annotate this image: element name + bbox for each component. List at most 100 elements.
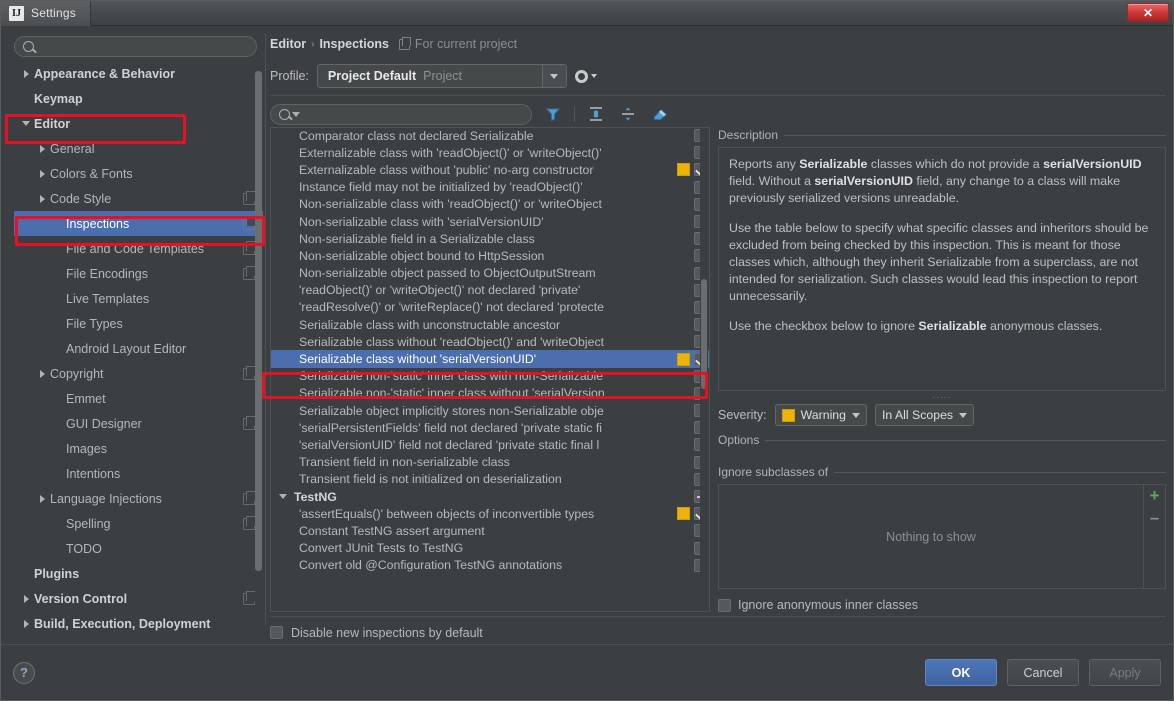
minus-icon[interactable]: –	[1150, 509, 1159, 526]
cancel-button[interactable]: Cancel	[1007, 659, 1079, 686]
inspection-group-row[interactable]: TestNG	[271, 488, 709, 505]
inspection-row[interactable]: Serializable non-'static' inner class wi…	[271, 368, 709, 385]
ignore-anonymous-checkbox[interactable]	[718, 598, 731, 612]
inspection-row[interactable]: Non-serializable object bound to HttpSes…	[271, 247, 709, 264]
inspection-row[interactable]: Non-serializable class with 'serialVersi…	[271, 213, 709, 230]
reset-eraser-icon[interactable]	[649, 103, 671, 125]
sidebar-item-spelling[interactable]: Spelling	[14, 511, 263, 536]
sidebar-item-emmet[interactable]: Emmet	[14, 386, 263, 411]
sidebar-item-android-layout-editor[interactable]: Android Layout Editor	[14, 336, 263, 361]
ignore-subclasses-table[interactable]: Nothing to show + –	[718, 484, 1166, 589]
inspection-row[interactable]: Externalizable class without 'public' no…	[271, 161, 709, 178]
profile-settings-button[interactable]	[575, 69, 597, 83]
breadcrumb-parent[interactable]: Editor	[270, 37, 306, 51]
sidebar-search-box[interactable]	[14, 36, 257, 57]
sidebar-item-version-control[interactable]: Version Control	[14, 586, 263, 611]
inspections-scrollbar[interactable]	[700, 129, 708, 610]
inspection-row[interactable]: Transient field is not initialized on de…	[271, 471, 709, 488]
sidebar-item-build-execution-deployment[interactable]: Build, Execution, Deployment	[14, 611, 263, 636]
inspection-row[interactable]: Transient field in non-serializable clas…	[271, 454, 709, 471]
resize-grip[interactable]: .....	[718, 391, 1166, 401]
inspection-row[interactable]: 'serialVersionUID' field not declared 'p…	[271, 436, 709, 453]
sidebar-item-live-templates[interactable]: Live Templates	[14, 286, 263, 311]
scope-note: For current project	[398, 36, 517, 51]
sidebar-item-appearance-behavior[interactable]: Appearance & Behavior	[14, 65, 263, 86]
profile-select[interactable]: Project Default Project	[316, 64, 567, 88]
title-bar: IJ Settings ✕	[1, 0, 1173, 26]
inspection-row[interactable]: Comparator class not declared Serializab…	[271, 128, 709, 144]
ok-button[interactable]: OK	[925, 659, 997, 686]
chevron-down-icon[interactable]	[541, 65, 566, 87]
inspections-scrollbar-thumb[interactable]	[701, 279, 707, 389]
inspection-row[interactable]: Convert old @Configuration TestNG annota…	[271, 557, 709, 574]
sidebar-item-gui-designer[interactable]: GUI Designer	[14, 411, 263, 436]
inspections-split: Comparator class not declared Serializab…	[270, 127, 1166, 612]
chevron-right-icon[interactable]	[18, 69, 34, 78]
sidebar-item-keymap[interactable]: Keymap	[14, 86, 263, 111]
sidebar-item-language-injections[interactable]: Language Injections	[14, 486, 263, 511]
scope-select[interactable]: In All Scopes	[874, 404, 975, 426]
inspection-row[interactable]: Serializable object implicitly stores no…	[271, 402, 709, 419]
inspection-row[interactable]: Constant TestNG assert argument	[271, 522, 709, 539]
close-button[interactable]: ✕	[1127, 3, 1169, 22]
ignore-anonymous-row[interactable]: Ignore anonymous inner classes	[718, 598, 1166, 612]
chevron-right-icon[interactable]	[34, 494, 50, 503]
chevron-down-icon[interactable]	[292, 111, 300, 117]
disable-new-inspections-row[interactable]: Disable new inspections by default	[270, 616, 1166, 644]
sidebar-item-inspections[interactable]: Inspections	[14, 211, 263, 236]
inspection-row[interactable]: Serializable non-'static' inner class wi…	[271, 385, 709, 402]
severity-color-swatch	[677, 370, 690, 383]
sidebar-item-file-and-code-templates[interactable]: File and Code Templates	[14, 236, 263, 261]
close-icon: ✕	[1142, 5, 1154, 20]
disable-new-inspections-checkbox[interactable]	[270, 626, 283, 639]
chevron-right-icon[interactable]	[34, 144, 50, 153]
inspection-row[interactable]: Non-serializable object passed to Object…	[271, 265, 709, 282]
filter-input[interactable]	[304, 107, 523, 121]
sidebar-item-intentions[interactable]: Intentions	[14, 461, 263, 486]
chevron-down-icon[interactable]	[18, 121, 34, 126]
sidebar-item-plugins[interactable]: Plugins	[14, 561, 263, 586]
inspection-row[interactable]: 'serialPersistentFields' field not decla…	[271, 419, 709, 436]
apply-button[interactable]: Apply	[1089, 659, 1161, 686]
chevron-right-icon[interactable]	[34, 194, 50, 203]
inspection-row[interactable]: Convert JUnit Tests to TestNG	[271, 540, 709, 557]
settings-tree-scroll[interactable]: Appearance & Behavior Keymap Editor General…	[8, 65, 263, 644]
inspection-row[interactable]: Serializable class with unconstructable …	[271, 316, 709, 333]
expand-all-icon[interactable]	[585, 103, 607, 125]
plus-icon[interactable]: +	[1150, 487, 1160, 504]
sidebar-item-todo[interactable]: TODO	[14, 536, 263, 561]
filter-funnel-icon[interactable]	[542, 103, 564, 125]
inspection-row[interactable]: Externalizable class with 'readObject()'…	[271, 144, 709, 161]
sidebar-item-code-style[interactable]: Code Style	[14, 186, 263, 211]
chevron-right-icon[interactable]	[18, 619, 34, 628]
inspection-row[interactable]: Non-serializable class with 'readObject(…	[271, 196, 709, 213]
chevron-right-icon[interactable]	[18, 594, 34, 603]
inspections-list-scroll[interactable]: Comparator class not declared Serializab…	[271, 128, 709, 611]
panel-divider[interactable]	[263, 33, 268, 644]
sidebar-item-colors-fonts[interactable]: Colors & Fonts	[14, 161, 263, 186]
sidebar-item-file-encodings[interactable]: File Encodings	[14, 261, 263, 286]
inspection-row[interactable]: 'readResolve()' or 'writeReplace()' not …	[271, 299, 709, 316]
help-question-icon[interactable]: ?	[13, 661, 35, 684]
inspection-row[interactable]: Serializable class without 'serialVersio…	[271, 350, 709, 368]
sidebar-item-file-types[interactable]: File Types	[14, 311, 263, 336]
severity-select[interactable]: Warning	[774, 404, 867, 426]
inspection-row[interactable]: Instance field may not be initialized by…	[271, 179, 709, 196]
inspection-filter-box[interactable]	[270, 103, 532, 125]
inspection-row[interactable]: 'assertEquals()' between objects of inco…	[271, 505, 709, 522]
collapse-all-icon[interactable]	[617, 103, 639, 125]
sidebar-item-general[interactable]: General	[14, 136, 263, 161]
sidebar-item-images[interactable]: Images	[14, 436, 263, 461]
inspection-row[interactable]: 'readObject()' or 'writeObject()' not de…	[271, 282, 709, 299]
sidebar-item-copyright[interactable]: Copyright	[14, 361, 263, 386]
search-input[interactable]	[40, 39, 248, 54]
chevron-right-icon[interactable]	[34, 169, 50, 178]
sidebar-scrollbar[interactable]	[255, 65, 262, 638]
sidebar-item-editor[interactable]: Editor	[14, 111, 263, 136]
sidebar-item-label: Language Injections	[50, 491, 162, 506]
chevron-down-icon[interactable]	[279, 494, 287, 500]
inspection-row[interactable]: Non-serializable field in a Serializable…	[271, 230, 709, 247]
sidebar-scrollbar-thumb[interactable]	[255, 71, 262, 571]
chevron-right-icon[interactable]	[34, 369, 50, 378]
inspection-row[interactable]: Serializable class without 'readObject()…	[271, 333, 709, 350]
